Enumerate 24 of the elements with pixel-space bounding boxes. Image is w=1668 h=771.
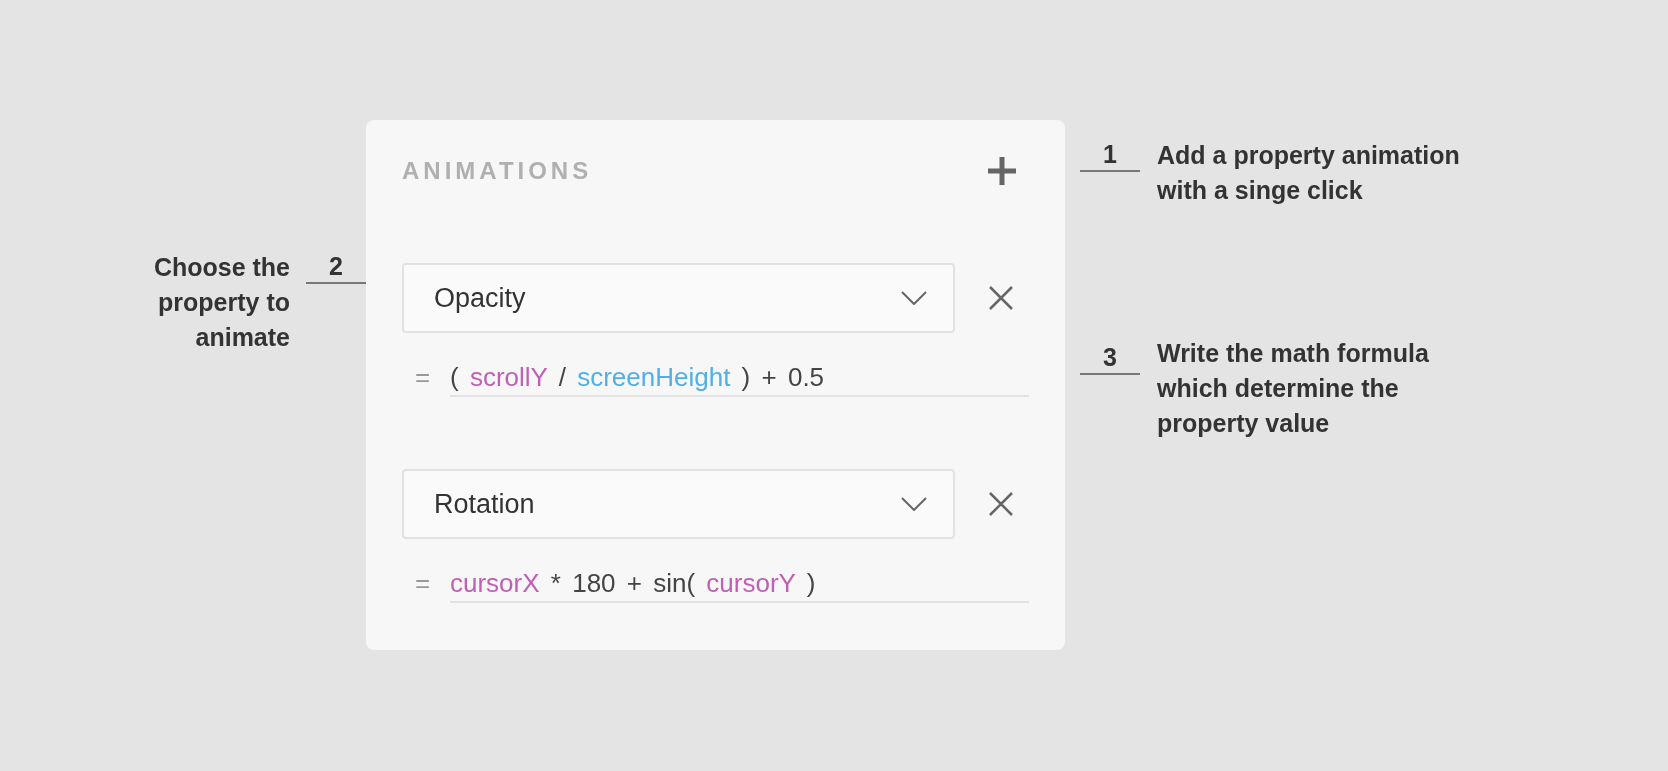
annotation-text: Add a property animation with a singe click (1157, 140, 1461, 206)
remove-button[interactable] (987, 284, 1015, 312)
leader-line (306, 282, 366, 284)
close-icon (989, 286, 1013, 310)
callout-number: 3 (1103, 342, 1117, 373)
plus-icon (987, 156, 1017, 186)
chevron-down-icon (901, 497, 927, 511)
panel-title: ANIMATIONS (402, 156, 593, 186)
annotation-text: Choose the property to animate (152, 252, 290, 353)
callout-number: 1 (1103, 139, 1117, 170)
formula-field[interactable]: cursorX * 180 + sin( cursorY ) (450, 565, 1029, 603)
annotation-text: Write the math formula which determine the property value (1157, 338, 1430, 439)
property-dropdown[interactable]: Opacity (402, 263, 955, 333)
property-dropdown[interactable]: Rotation (402, 469, 955, 539)
formula-field[interactable]: ( scrollY / screenHeight ) + 0.5 (450, 359, 1029, 397)
remove-button[interactable] (987, 490, 1015, 518)
close-icon (989, 492, 1013, 516)
chevron-down-icon (901, 291, 927, 305)
equals-sign: = (415, 361, 432, 394)
equals-sign: = (415, 567, 432, 600)
callout-number: 2 (329, 251, 343, 282)
leader-line (1080, 373, 1140, 375)
add-button[interactable] (987, 156, 1017, 186)
leader-line (1080, 170, 1140, 172)
